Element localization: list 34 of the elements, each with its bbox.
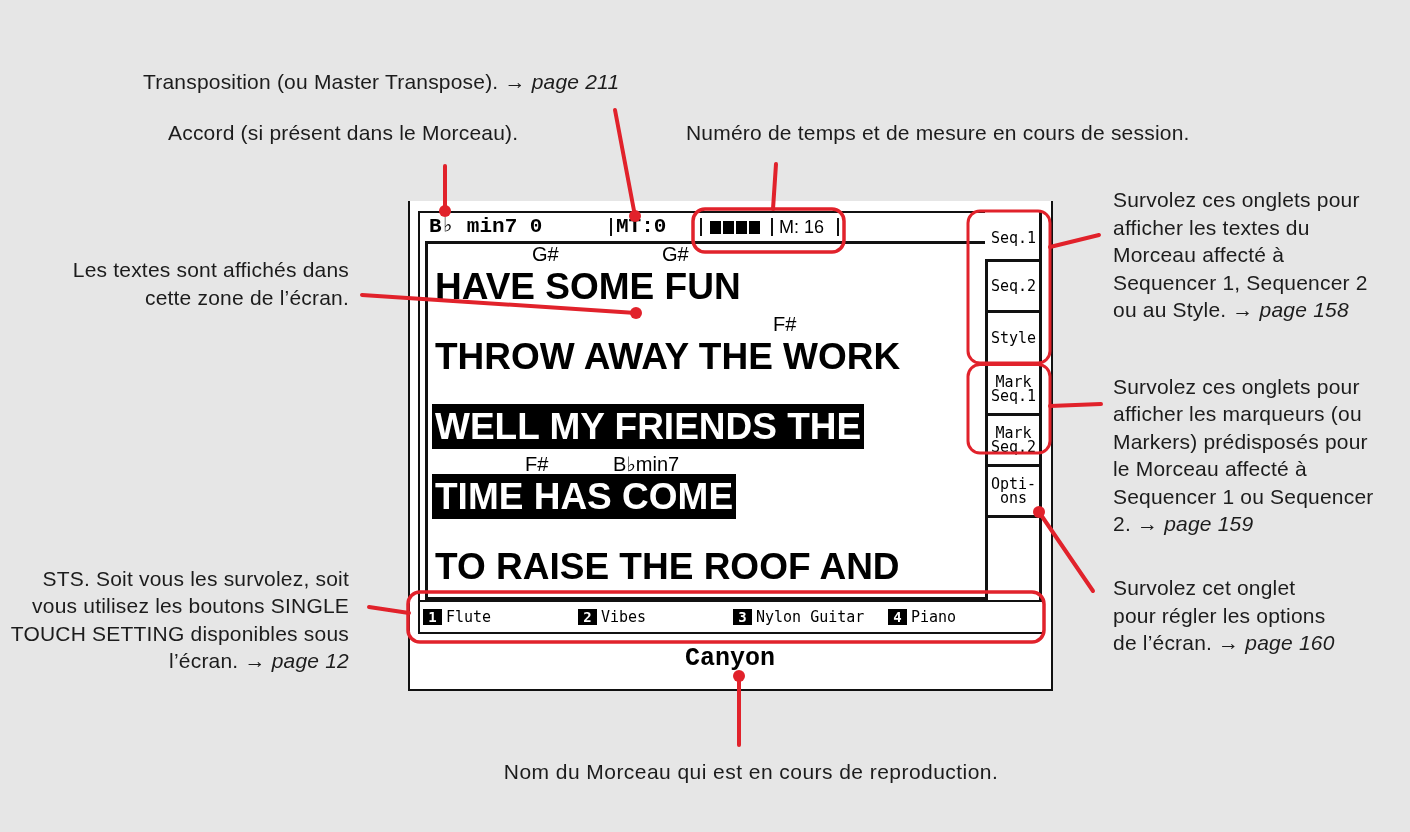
chord-label: F#: [773, 313, 797, 335]
annotation-text: Accord (si présent dans le Morceau).: [168, 120, 519, 146]
callout-line: [771, 162, 778, 211]
annotation-text: Survolez ces onglets pour afficher les textes du Morceau affecté à Sequencer 1, Sequencer 2 ou au Style. → page 158: [1113, 187, 1368, 323]
annotation-text: Transposition (ou Master Transpose). → page 211: [143, 69, 620, 95]
callout-line: [1048, 233, 1101, 249]
chord-label: G#: [662, 244, 689, 265]
sts-button[interactable]: 2 Vibes: [578, 609, 647, 625]
callout-line: [367, 605, 411, 615]
annotation-text: Survolez ces onglets pour afficher les marqueurs (ou Markers) prédisposés pour le Morceau affecté à Sequencer 1 ou Sequencer 2. → page 159: [1113, 373, 1374, 537]
annotation-text: Les textes sont affichés dans cette zone de l’écran.: [72, 257, 349, 311]
number-badge: 2: [578, 609, 597, 625]
annotation-text: Nom du Morceau qui est en cours de reproduction.: [503, 759, 999, 785]
callout-line: [439, 164, 451, 217]
chord-name: B♭ min7 0: [429, 215, 543, 238]
side-tab[interactable]: Seq.2: [985, 259, 1039, 310]
annotation-text: STS. Soit vous les survolez, soit vous utilisez les boutons SINGLE TOUCH SETTING disponibles sous l’écran. → page 12: [10, 565, 349, 674]
number-badge: 1: [423, 609, 442, 625]
chord-label: F#: [525, 453, 549, 475]
side-tab[interactable]: Opti- ons: [985, 464, 1039, 515]
annotation-text: Numéro de temps et de mesure en cours de session.: [686, 120, 1190, 146]
sts-button[interactable]: 4 Piano: [888, 609, 957, 625]
annotation-text: Survolez cet onglet pour régler les options de l’écran. → page 160: [1113, 575, 1335, 656]
side-tab[interactable]: Mark Seq.2: [985, 413, 1039, 464]
sts-button[interactable]: 3 Nylon Guitar: [733, 609, 865, 625]
chord-label: G#: [532, 244, 559, 265]
side-tab[interactable]: Style: [985, 310, 1039, 362]
callout-line: [1048, 402, 1103, 408]
chord-label: B♭min7: [613, 453, 680, 475]
song-title: Canyon: [685, 646, 775, 671]
number-badge: 4: [888, 609, 907, 625]
number-badge: 3: [733, 609, 752, 625]
measure-number: M: 16: [779, 217, 825, 237]
sts-button[interactable]: 1 Flute: [423, 609, 492, 625]
